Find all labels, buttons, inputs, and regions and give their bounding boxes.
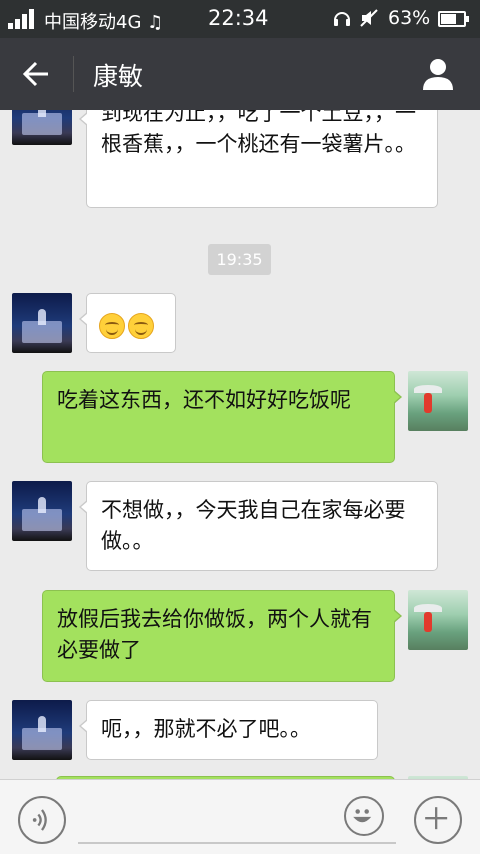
- message-list[interactable]: 到现在为止，，吃了一个土豆，，一根香蕉，，一个桃还有一袋薯片。。 19:35 吃…: [0, 110, 480, 779]
- contact-avatar[interactable]: [12, 481, 72, 541]
- contact-avatar[interactable]: [12, 293, 72, 353]
- message-bubble-incoming[interactable]: 呃，，那就不必了吧。。: [79, 700, 378, 760]
- contact-avatar[interactable]: [12, 110, 72, 145]
- smile-emoji-icon: [128, 313, 154, 339]
- back-arrow-icon[interactable]: [16, 56, 56, 92]
- battery-icon: [438, 11, 469, 27]
- contact-name: 康敏: [93, 62, 144, 91]
- clock: 22:34: [208, 6, 269, 30]
- time-divider: 19:35: [208, 244, 271, 275]
- signal-icon: [8, 9, 38, 29]
- header-divider: [73, 56, 74, 92]
- contact-avatar[interactable]: [12, 700, 72, 760]
- message-input[interactable]: [78, 842, 396, 844]
- carrier-label: 中国移动4G ♫: [44, 12, 164, 33]
- plus-icon[interactable]: [414, 796, 462, 844]
- voice-icon[interactable]: [18, 796, 66, 844]
- battery-percent: 63%: [388, 7, 431, 29]
- status-bar: 中国移动4G ♫ 22:34 63%: [0, 0, 480, 38]
- message-bubble-outgoing[interactable]: 吃着这东西，还不如好好吃饭呢: [42, 371, 402, 463]
- smile-emoji-icon: [99, 313, 125, 339]
- profile-icon[interactable]: [420, 56, 456, 92]
- chat-header: 康敏: [0, 38, 480, 110]
- emoji-icon[interactable]: [344, 796, 384, 836]
- my-avatar[interactable]: [408, 590, 468, 650]
- message-bubble-incoming[interactable]: 到现在为止，，吃了一个土豆，，一根香蕉，，一个桃还有一袋薯片。。: [79, 110, 438, 208]
- message-bubble-incoming[interactable]: [79, 293, 176, 353]
- input-bar: [0, 779, 480, 854]
- message-bubble-outgoing[interactable]: 放假后我去给你做饭，两个人就有必要做了: [42, 590, 402, 682]
- music-note-icon: ♫: [147, 12, 164, 33]
- mute-icon: [360, 9, 378, 27]
- my-avatar[interactable]: [408, 371, 468, 431]
- message-bubble-incoming[interactable]: 不想做，，今天我自己在家每必要做。。: [79, 481, 438, 571]
- headphone-icon: [334, 12, 350, 26]
